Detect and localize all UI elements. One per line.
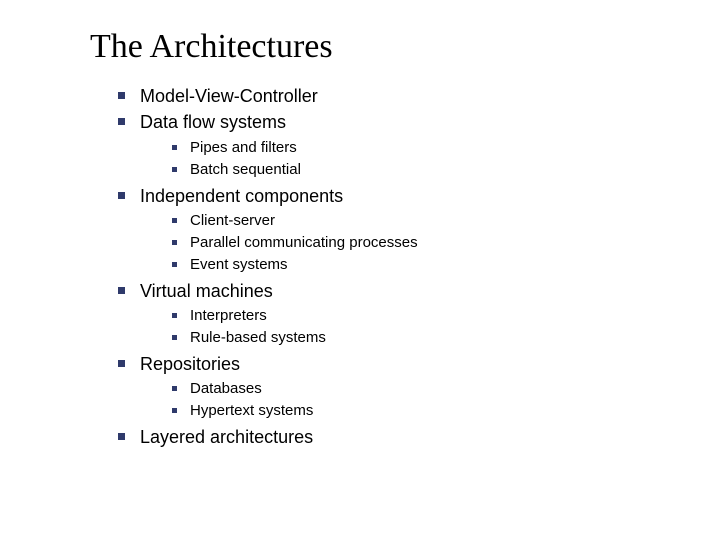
list-item-label: Layered architectures	[140, 427, 313, 447]
list-item-label: Interpreters	[190, 307, 267, 324]
list-item: Parallel communicating processes	[172, 232, 720, 253]
list-item: Model-View-Controller	[118, 84, 720, 108]
list-item-label: Model-View-Controller	[140, 86, 318, 106]
list-item-label: Pipes and filters	[190, 139, 297, 156]
slide-title: The Architectures	[90, 28, 720, 66]
list-item: Rule-based systems	[172, 327, 720, 348]
list-item-label: Rule-based systems	[190, 329, 326, 346]
sub-list: Pipes and filters Batch sequential	[172, 137, 720, 180]
list-item: Client-server	[172, 210, 720, 231]
list-item: Hypertext systems	[172, 400, 720, 421]
list-item-label: Independent components	[140, 186, 343, 206]
list-item: Batch sequential	[172, 159, 720, 180]
list-item: Interpreters	[172, 305, 720, 326]
list-item: Virtual machines Interpreters Rule-based…	[118, 279, 720, 348]
list-item: Repositories Databases Hypertext systems	[118, 352, 720, 421]
list-item: Pipes and filters	[172, 137, 720, 158]
list-item-label: Repositories	[140, 354, 240, 374]
list-item: Event systems	[172, 254, 720, 275]
sub-list: Interpreters Rule-based systems	[172, 305, 720, 348]
sub-list: Databases Hypertext systems	[172, 378, 720, 421]
list-item-label: Client-server	[190, 212, 275, 229]
list-item: Databases	[172, 378, 720, 399]
list-item: Layered architectures	[118, 425, 720, 449]
slide: The Architectures Model-View-Controller …	[0, 0, 720, 540]
list-item-label: Virtual machines	[140, 281, 273, 301]
list-item-label: Parallel communicating processes	[190, 234, 418, 251]
list-item-label: Databases	[190, 380, 262, 397]
list-item: Data flow systems Pipes and filters Batc…	[118, 110, 720, 179]
bullet-list: Model-View-Controller Data flow systems …	[118, 84, 720, 450]
list-item-label: Event systems	[190, 256, 288, 273]
list-item-label: Data flow systems	[140, 112, 286, 132]
sub-list: Client-server Parallel communicating pro…	[172, 210, 720, 275]
list-item-label: Hypertext systems	[190, 402, 313, 419]
list-item-label: Batch sequential	[190, 161, 301, 178]
list-item: Independent components Client-server Par…	[118, 184, 720, 275]
